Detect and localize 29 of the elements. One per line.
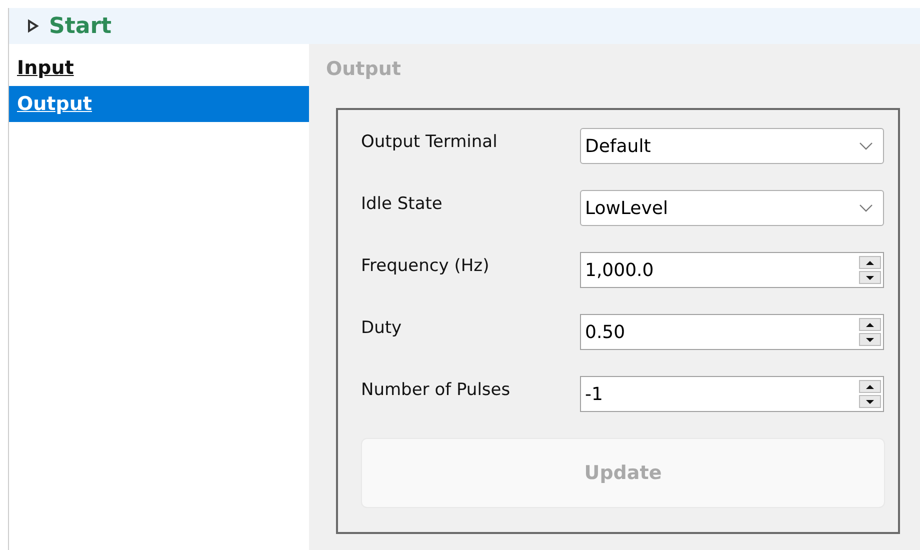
- field-label: Duty: [361, 318, 403, 338]
- sidebar-item[interactable]: Input: [9, 50, 309, 86]
- number-field[interactable]: 1,000.0: [580, 252, 884, 288]
- field-label: Idle State: [361, 194, 444, 214]
- increment-button[interactable]: [859, 380, 881, 393]
- header-title: Start: [49, 14, 112, 38]
- dropdown[interactable]: Default: [580, 128, 884, 164]
- sidebar-item[interactable]: Output: [9, 86, 309, 122]
- down-triangle-icon: [865, 274, 875, 280]
- down-triangle-icon: [865, 398, 875, 404]
- chevron-down-icon: [859, 142, 873, 150]
- increment-button[interactable]: [859, 318, 881, 331]
- up-triangle-icon: [865, 384, 875, 390]
- increment-button[interactable]: [859, 256, 881, 269]
- decrement-button[interactable]: [859, 395, 881, 408]
- panel-heading: Output: [326, 57, 402, 82]
- field-label: Frequency (Hz): [361, 256, 490, 276]
- up-triangle-icon: [865, 322, 875, 328]
- decrement-button[interactable]: [859, 271, 881, 284]
- down-triangle-icon: [865, 336, 875, 342]
- number-field[interactable]: 0.50: [580, 314, 884, 350]
- expand-icon[interactable]: [27, 19, 39, 33]
- dropdown[interactable]: LowLevel: [580, 190, 884, 226]
- field-label: Output Terminal: [361, 132, 498, 152]
- number-field[interactable]: -1: [580, 376, 884, 412]
- chevron-down-icon: [859, 204, 873, 212]
- decrement-button[interactable]: [859, 333, 881, 346]
- up-triangle-icon: [865, 260, 875, 266]
- field-label: Number of Pulses: [361, 380, 512, 400]
